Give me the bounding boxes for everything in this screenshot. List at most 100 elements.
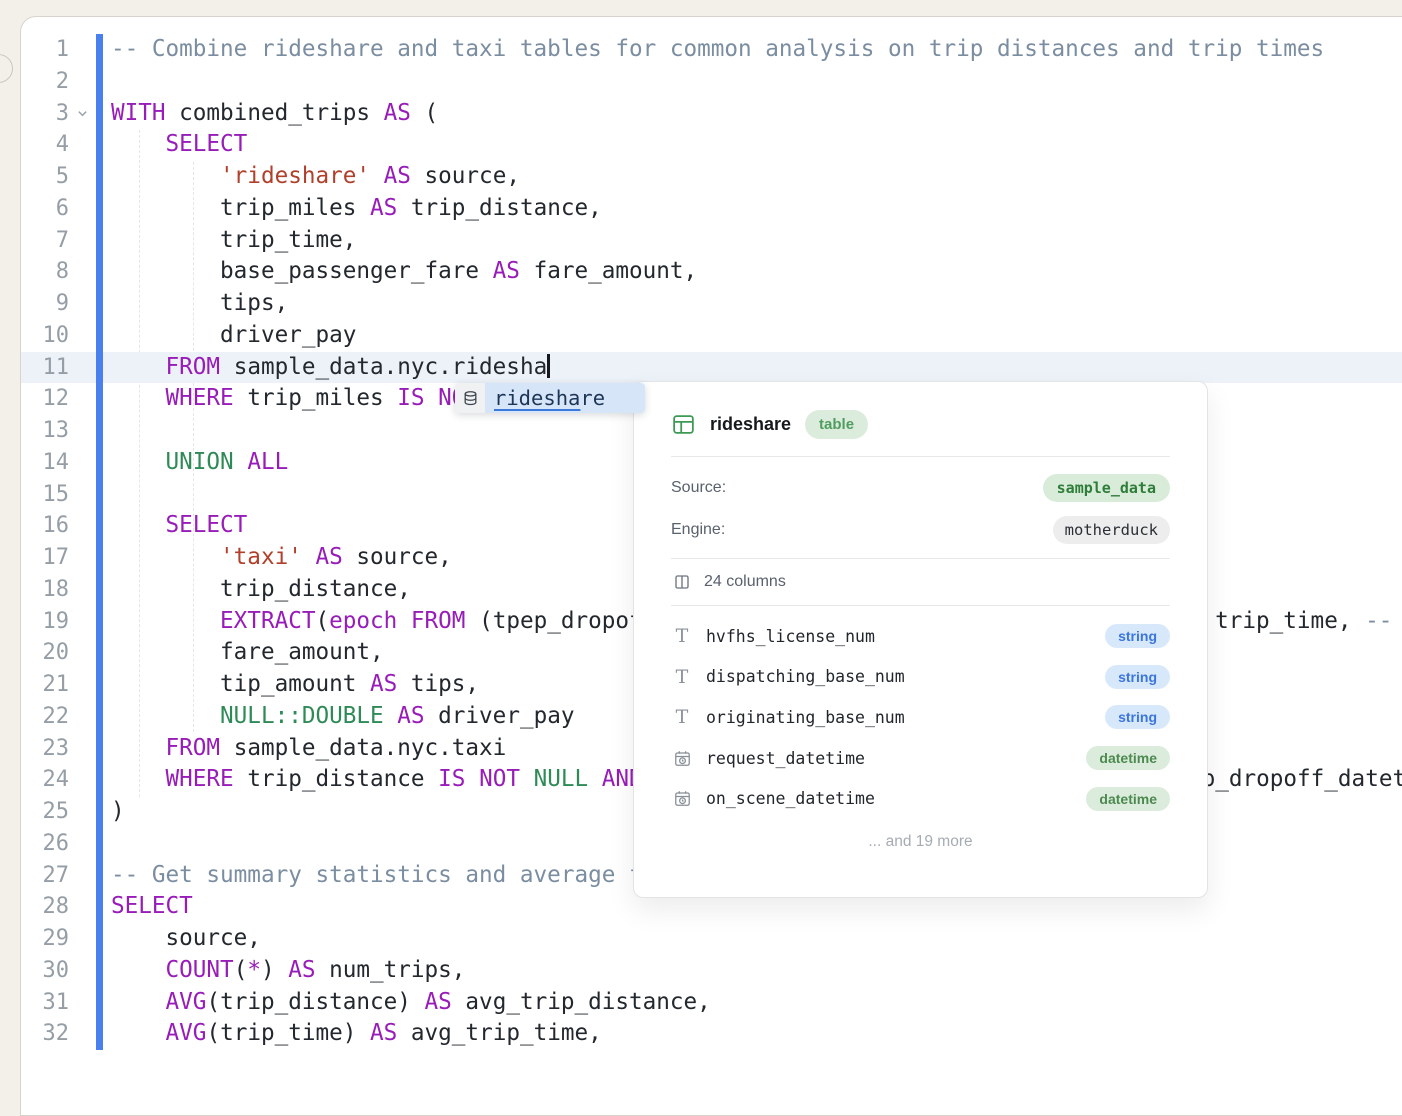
change-indicator-bar [96,987,103,1019]
code-text: AVG(trip_distance) AS avg_trip_distance, [111,987,711,1019]
code-line[interactable]: 11 FROM sample_data.nyc.ridesha [21,352,1402,384]
code-token: IS [397,385,424,411]
code-text: 'taxi' AS source, [111,542,452,574]
line-number: 17 [21,542,69,574]
code-token: (trip_distance) [206,989,424,1015]
code-token: avg_trip_time, [397,1020,601,1046]
code-token [370,163,384,189]
change-indicator-bar [96,764,103,796]
code-line[interactable]: 10 driver_pay [21,320,1402,352]
change-indicator-bar [96,447,103,479]
code-text: tips, [111,288,288,320]
change-indicator-bar [96,1018,103,1050]
code-text: WITH combined_trips AS ( [111,98,438,130]
code-text: SELECT [111,129,247,161]
code-token: ) [111,798,125,824]
code-text: SELECT [111,891,193,923]
code-line[interactable]: 8 base_passenger_fare AS fare_amount, [21,256,1402,288]
code-token: ( [234,957,248,983]
code-token: fare_amount, [111,639,384,665]
code-line[interactable]: 7 trip_time, [21,225,1402,257]
line-number: 4 [21,129,69,161]
engine-value-badge: motherduck [1053,516,1170,544]
change-indicator-bar [96,891,103,923]
code-token: WHERE [166,385,234,411]
code-token: trip_distance, [111,576,411,602]
code-line[interactable]: 29 source, [21,923,1402,955]
code-token [588,766,602,792]
chevron-down-icon[interactable] [69,107,96,120]
code-line[interactable]: 31 AVG(trip_distance) AS avg_trip_distan… [21,987,1402,1019]
change-indicator-bar [96,256,103,288]
change-indicator-bar [96,510,103,542]
code-line[interactable]: 3WITH combined_trips AS ( [21,98,1402,130]
change-indicator-bar [96,828,103,860]
code-token [234,449,248,475]
code-token [111,989,166,1015]
column-name: dispatching_base_num [706,667,1105,686]
line-number: 19 [21,606,69,638]
code-text: trip_miles AS trip_distance, [111,193,602,225]
line-number: 2 [21,66,69,98]
code-text: ) [111,796,125,828]
code-line[interactable]: 6 trip_miles AS trip_distance, [21,193,1402,225]
line-number: 11 [21,352,69,384]
column-row: Tdispatching_base_numstring [671,657,1170,698]
code-token: num_trips, [316,957,466,983]
autocomplete-suggestion-rideshare[interactable]: rideshare [455,383,645,413]
text-type-icon: T [671,666,693,688]
code-token: FROM [411,608,466,634]
code-token: NULL [534,766,589,792]
code-text: driver_pay [111,320,356,352]
code-token: trip_distance, [397,195,601,221]
code-token [397,608,411,634]
column-row: Toriginating_base_numstring [671,697,1170,738]
code-line[interactable]: 2 [21,66,1402,98]
source-row: Source: sample_data [671,467,1170,509]
code-token: AS [493,258,520,284]
divider [671,456,1170,457]
code-token [465,766,479,792]
column-type-badge: string [1105,705,1170,729]
change-indicator-bar [96,225,103,257]
edge-widget-fragment [0,54,13,83]
code-line[interactable]: 9 tips, [21,288,1402,320]
code-token: trip_time, [111,227,356,253]
change-indicator-bar [96,34,103,66]
code-token [520,766,534,792]
code-text: NULL::DOUBLE AS driver_pay [111,701,574,733]
line-number: 27 [21,860,69,892]
code-token [111,544,220,570]
table-icon [671,412,696,437]
change-indicator-bar [96,288,103,320]
code-line[interactable]: 30 COUNT(*) AS num_trips, [21,955,1402,987]
code-line[interactable]: 4 SELECT [21,129,1402,161]
code-token: SELECT [111,893,193,919]
change-indicator-bar [96,352,103,384]
line-number: 32 [21,1018,69,1050]
code-token: -- Combine rideshare and taxi tables for… [111,36,1324,62]
more-columns-note: ... and 19 more [671,833,1170,853]
code-text: FROM sample_data.nyc.ridesha [111,352,550,384]
line-number: 22 [21,701,69,733]
line-number: 1 [21,34,69,66]
code-token: AS [288,957,315,983]
code-token [111,735,166,761]
code-token [384,703,398,729]
line-number: 28 [21,891,69,923]
code-line[interactable]: 5 'rideshare' AS source, [21,161,1402,193]
change-indicator-bar [96,923,103,955]
change-indicator-bar [96,637,103,669]
popup-header: rideshare table [671,382,1170,439]
change-indicator-bar [96,479,103,511]
line-number: 12 [21,383,69,415]
code-line[interactable]: 1 -- Combine rideshare and taxi tables fo… [21,34,1402,66]
line-number: 24 [21,764,69,796]
columns-icon [671,573,693,591]
change-indicator-bar [96,701,103,733]
line-number: 13 [21,415,69,447]
divider [671,605,1170,606]
code-token [111,766,166,792]
code-token: NOT [479,766,520,792]
code-line[interactable]: 32 AVG(trip_time) AS avg_trip_time, [21,1018,1402,1050]
